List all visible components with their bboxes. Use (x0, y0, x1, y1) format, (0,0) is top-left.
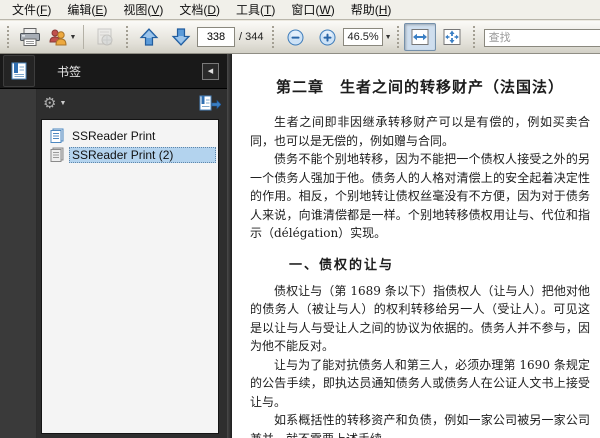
previous-page-button[interactable] (133, 23, 165, 51)
chapter-title: 第二章 生者之间的转移财产（法国法） (275, 78, 564, 96)
goto-bookmark-icon[interactable] (199, 95, 221, 111)
paragraph: 生者之间即非因继承转移财产可以是有偿的，例如买卖合同，也可以是无偿的，例如赠与合… (250, 115, 590, 148)
menu-view[interactable]: 视图(V) (115, 0, 171, 20)
toolbar-separator (83, 25, 84, 49)
document-page[interactable]: 第二章 生者之间的转移财产（法国法） 生者之间即非因继承转移财产可以是有偿的，例… (232, 54, 600, 438)
gear-dropdown-icon[interactable]: ▼ (59, 100, 66, 107)
fit-width-icon (410, 28, 430, 46)
arrow-up-icon (139, 27, 159, 47)
toolbar-grip[interactable] (472, 26, 475, 48)
menu-document[interactable]: 文档(D) (171, 0, 228, 20)
bookmark-label: SSReader Print (72, 128, 156, 143)
next-page-button[interactable] (165, 23, 197, 51)
toolbar-grip[interactable] (272, 26, 275, 48)
plus-circle-icon (319, 29, 336, 46)
bookmarks-tab-button[interactable] (3, 55, 35, 87)
panel-tab-strip (0, 89, 37, 438)
zoom-level-value[interactable]: 46.5% (343, 28, 383, 46)
bookmark-page-icon (50, 128, 64, 143)
paragraph: 债务不能个别地转移，因为不能把一个债权人接受之外的另一个债务人强加于他。债务人的… (250, 152, 590, 240)
page-total-label: / 344 (239, 31, 264, 43)
bookmarks-panel-title: 书签 (57, 64, 82, 79)
find-input[interactable] (483, 28, 600, 47)
minus-circle-icon (287, 29, 304, 46)
print-button[interactable] (14, 23, 46, 51)
arrow-down-icon (171, 27, 191, 47)
bookmarks-panel: ⚙ ▼ SSReader Print SSReader Print (2) (37, 89, 227, 438)
bookmarks-panel-header: 书签 ◀ (0, 54, 227, 89)
gear-icon[interactable]: ⚙ (43, 95, 56, 111)
collaborate-button[interactable]: ▼ (46, 23, 78, 51)
toolbar-grip[interactable] (7, 26, 9, 48)
printer-icon (19, 27, 41, 47)
bookmarks-list: SSReader Print SSReader Print (2) (41, 119, 219, 434)
bookmark-item-selected[interactable]: SSReader Print (2) (42, 145, 218, 164)
share-review-button (89, 23, 121, 51)
zoom-out-button[interactable] (279, 23, 311, 51)
pdf-reader-window: 文件(F) 编辑(E) 视图(V) 文档(D) 工具(T) 窗口(W) 帮助(H… (0, 0, 600, 438)
menu-file[interactable]: 文件(F) (4, 0, 59, 20)
fit-page-icon (442, 28, 462, 46)
fit-page-button[interactable] (436, 23, 468, 51)
collaborate-people-icon (48, 28, 68, 46)
collapse-panel-button[interactable]: ◀ (202, 62, 219, 80)
toolbar-grip[interactable] (126, 26, 128, 48)
menu-bar: 文件(F) 编辑(E) 视图(V) 文档(D) 工具(T) 窗口(W) 帮助(H… (0, 0, 600, 20)
bookmark-label: SSReader Print (2) (69, 146, 216, 163)
menu-window[interactable]: 窗口(W) (283, 0, 342, 20)
menu-tools[interactable]: 工具(T) (228, 0, 283, 20)
fit-width-button[interactable] (403, 23, 436, 51)
menu-help[interactable]: 帮助(H) (343, 0, 400, 20)
page-number-input[interactable] (197, 27, 235, 47)
bookmarks-panel-icon (9, 61, 29, 81)
paragraph: 如系概括性的转移资产和负债，例如一家公司被另一家公司兼并，就不需要上述手续。 (250, 413, 590, 438)
section-heading: 一、债权的让与 (289, 257, 395, 273)
find-box: ▼ (483, 28, 600, 47)
paragraph: 债权让与（第 1689 条以下）指债权人（让与人）把他对他的债务人（被让与人）的… (250, 283, 590, 354)
share-review-icon (94, 27, 116, 47)
bookmark-item[interactable]: SSReader Print (42, 126, 218, 145)
chevron-down-icon: ▼ (69, 33, 77, 41)
bookmarks-options-bar: ⚙ ▼ (37, 89, 227, 117)
bookmark-page-icon (50, 147, 64, 162)
paragraph: 让与为了能对抗债务人和第三人，必须办理第 1690 条规定的公告手续，即执达员通… (250, 357, 590, 409)
toolbar-grip[interactable] (396, 26, 399, 48)
zoom-dropdown-icon[interactable]: ▼ (385, 34, 392, 41)
main-toolbar: ▼ 338 / 344 46.5% ▼ 查找 (0, 21, 600, 54)
navigation-pane: 书签 ◀ ⚙ ▼ SSReader Print SSReader Print (… (0, 54, 227, 438)
zoom-in-button[interactable] (311, 23, 343, 51)
menu-edit[interactable]: 编辑(E) (59, 0, 115, 20)
